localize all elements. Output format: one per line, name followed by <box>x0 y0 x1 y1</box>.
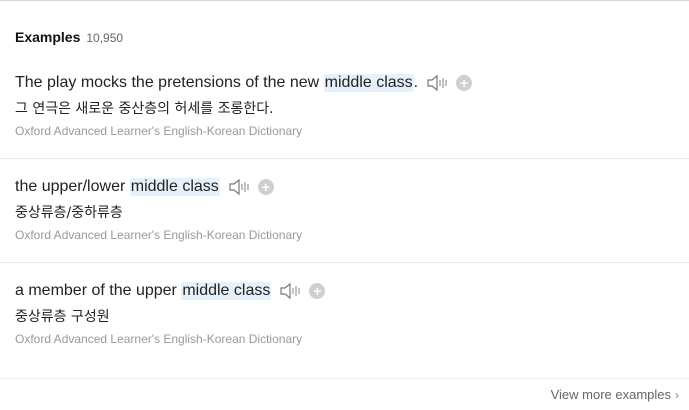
footer-bar: View more examples › <box>0 378 689 410</box>
example-translation: 그 연극은 새로운 중산층의 허세를 조롱한다. <box>15 101 274 117</box>
sentence-text: The play mocks the pretensions of the ne… <box>15 74 324 91</box>
speaker-icon[interactable] <box>426 74 450 92</box>
example-sentence: The play mocks the pretensions of the ne… <box>15 72 689 94</box>
examples-count: 10,950 <box>86 31 124 45</box>
add-plus-icon[interactable]: + <box>309 283 326 299</box>
highlighted-term[interactable]: middle class <box>181 282 272 300</box>
top-border <box>0 0 689 1</box>
examples-header: Examples 10,950 <box>15 29 123 45</box>
view-more-examples-link[interactable]: View more examples › <box>551 387 679 402</box>
example-translation: 중상류층 구성원 <box>15 309 110 325</box>
speaker-icon[interactable] <box>228 178 252 196</box>
example-source: Oxford Advanced Learner's English-Korean… <box>15 332 303 346</box>
example-item: The play mocks the pretensions of the ne… <box>15 72 689 138</box>
add-plus-icon[interactable]: + <box>456 75 473 91</box>
example-translation: 중상류층/중하류층 <box>15 205 123 221</box>
speaker-icon[interactable] <box>279 282 303 300</box>
example-item: a member of the upper middle class + 중상류… <box>15 280 689 346</box>
add-plus-icon[interactable]: + <box>257 179 274 195</box>
highlighted-term[interactable]: middle class <box>323 74 414 92</box>
example-sentence: the upper/lower middle class + <box>15 176 689 198</box>
sentence-text: a member of the upper <box>15 282 182 299</box>
example-sentence: a member of the upper middle class + <box>15 280 689 302</box>
view-more-label: View more examples <box>550 387 671 402</box>
example-source: Oxford Advanced Learner's English-Korean… <box>15 124 303 138</box>
highlighted-term[interactable]: middle class <box>129 178 220 196</box>
example-source: Oxford Advanced Learner's English-Korean… <box>15 228 303 242</box>
chevron-right-icon: › <box>675 387 679 402</box>
examples-title: Examples <box>15 29 81 45</box>
example-item: the upper/lower middle class + 중상류층/중하류층… <box>15 176 689 242</box>
sentence-text: the upper/lower <box>15 178 130 195</box>
divider <box>0 262 689 263</box>
sentence-end: . <box>413 74 419 91</box>
divider <box>0 158 689 159</box>
